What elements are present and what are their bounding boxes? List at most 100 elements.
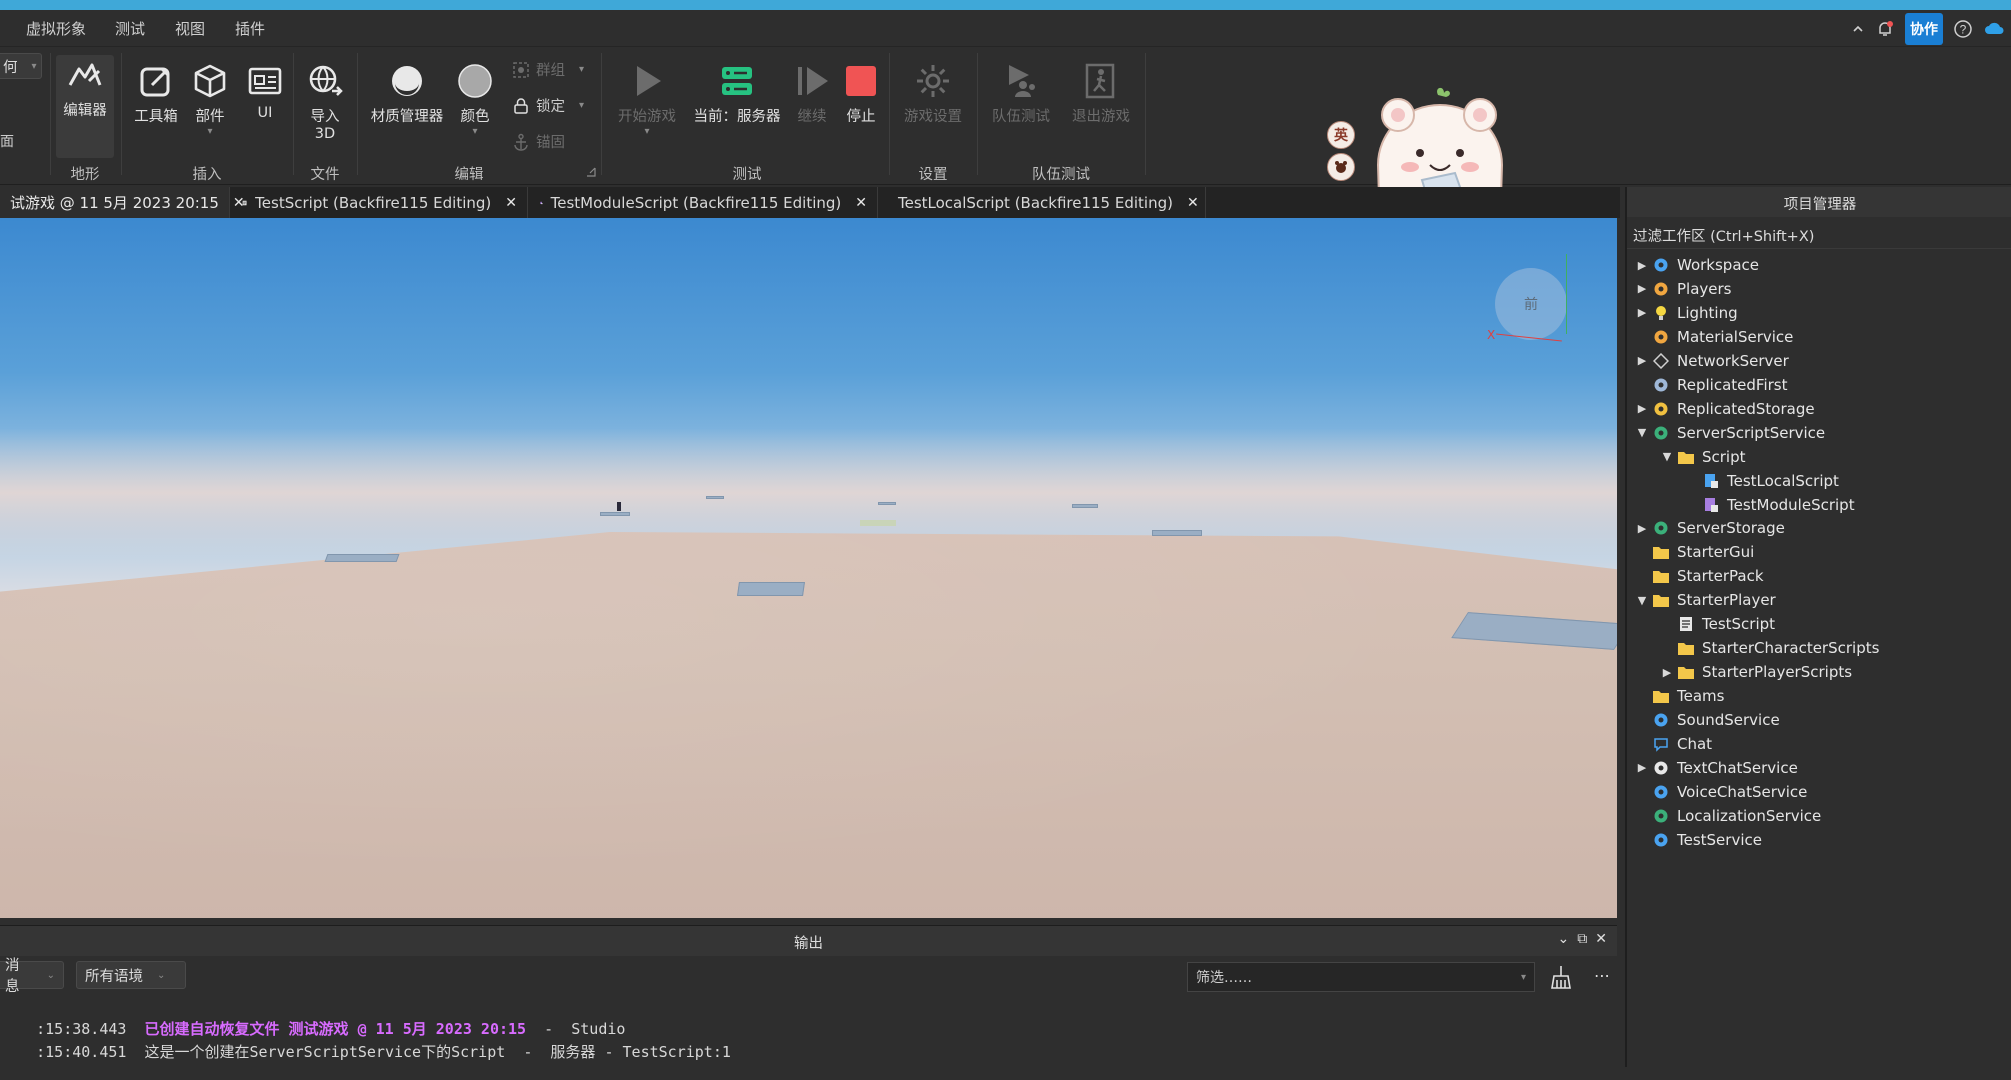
material-manager-button[interactable]: 材质管理器 bbox=[364, 61, 450, 126]
explorer-item[interactable]: ▼ Script bbox=[1658, 445, 1746, 469]
menu-plugins[interactable]: 插件 bbox=[235, 18, 265, 39]
explorer-item[interactable]: StarterCharacterScripts bbox=[1658, 636, 1879, 660]
3d-viewport[interactable]: 前 X bbox=[0, 218, 1617, 918]
explorer-item[interactable]: ▼ ServerScriptService bbox=[1633, 421, 1825, 445]
message-type-value: 消息 bbox=[5, 958, 20, 995]
expand-arrow-icon[interactable]: ▶ bbox=[1633, 354, 1651, 367]
explorer-item[interactable]: TestModuleScript bbox=[1683, 493, 1855, 517]
cloud-icon[interactable] bbox=[1983, 20, 2005, 38]
terrain-editor-label: 编辑器 bbox=[63, 103, 107, 119]
output-title: 输出 bbox=[794, 936, 823, 952]
undock-icon[interactable]: ⧉ bbox=[1577, 931, 1587, 947]
explorer-item[interactable]: ▶ ReplicatedStorage bbox=[1633, 397, 1815, 421]
expand-arrow-icon[interactable]: ▶ bbox=[1633, 282, 1651, 295]
explorer-item[interactable]: ▶ ServerStorage bbox=[1633, 516, 1785, 540]
context-dropdown[interactable]: 所有语境 ⌄ bbox=[76, 961, 186, 989]
menu-view[interactable]: 视图 bbox=[175, 18, 205, 39]
close-icon[interactable]: ✕ bbox=[1187, 195, 1199, 211]
collaborate-button[interactable]: 协作 bbox=[1905, 13, 1943, 45]
game-settings-button[interactable]: 游戏设置 bbox=[896, 61, 970, 126]
left-cut-dropdown[interactable]: 何 ▾ bbox=[0, 53, 42, 79]
color-label: 颜色 bbox=[460, 109, 490, 125]
explorer-item[interactable]: ▶ NetworkServer bbox=[1633, 349, 1789, 373]
explorer-item[interactable]: ▼ StarterPlayer bbox=[1633, 588, 1776, 612]
spawn-pad[interactable] bbox=[706, 496, 724, 499]
explorer-item-label: TestService bbox=[1677, 830, 1762, 849]
expand-arrow-icon[interactable]: ▶ bbox=[1633, 522, 1651, 535]
play-game-button[interactable]: 开始游戏 ▾ bbox=[610, 61, 684, 137]
expand-arrow-icon[interactable]: ▶ bbox=[1633, 259, 1651, 272]
group-button[interactable]: 群组 ▾ bbox=[512, 59, 584, 80]
explorer-item[interactable]: Teams bbox=[1633, 684, 1724, 708]
anchor-button[interactable]: 锚固 bbox=[512, 131, 565, 152]
expand-arrow-icon[interactable]: ▶ bbox=[1633, 306, 1651, 319]
explorer-item[interactable]: ▶ TextChatService bbox=[1633, 756, 1798, 780]
team-test-button[interactable]: 队伍测试 bbox=[984, 61, 1058, 126]
view-selector-cube[interactable]: 前 bbox=[1495, 268, 1567, 340]
collapse-icon[interactable]: ⌄ bbox=[1558, 931, 1570, 947]
spawn-pad[interactable] bbox=[878, 502, 896, 505]
chevron-up-icon[interactable] bbox=[1851, 22, 1865, 36]
collapse-arrow-icon[interactable]: ▼ bbox=[1658, 450, 1676, 463]
help-icon[interactable]: ? bbox=[1953, 19, 1973, 39]
caret-down-icon: ▾ bbox=[579, 64, 585, 75]
spawn-pad[interactable] bbox=[1152, 530, 1202, 536]
collapse-arrow-icon[interactable]: ▼ bbox=[1633, 426, 1651, 439]
color-button[interactable]: 颜色 ▾ bbox=[452, 61, 498, 137]
exit-game-button[interactable]: 退出游戏 bbox=[1064, 61, 1138, 126]
stop-button[interactable]: 停止 bbox=[838, 61, 884, 126]
explorer-item[interactable]: ▶ Lighting bbox=[1633, 301, 1738, 325]
spawn-location[interactable] bbox=[860, 520, 896, 526]
spawn-pad[interactable] bbox=[324, 554, 400, 562]
part-button[interactable]: 部件 ▾ bbox=[186, 61, 234, 137]
spawn-pad[interactable] bbox=[737, 582, 805, 596]
ime-language-indicator[interactable]: 英 bbox=[1327, 121, 1355, 149]
clear-output-broom-icon[interactable] bbox=[1549, 964, 1573, 990]
explorer-item[interactable]: StarterGui bbox=[1633, 540, 1754, 564]
explorer-filter-input[interactable]: 过滤工作区 (Ctrl+Shift+X) bbox=[1627, 219, 2011, 249]
expand-arrow-icon[interactable]: ▶ bbox=[1633, 402, 1651, 415]
tab-test-module-script[interactable]: TestModuleScript (Backfire115 Editing) ✕ bbox=[530, 187, 878, 218]
terrain-editor-button[interactable]: 编辑器 bbox=[56, 55, 114, 158]
explorer-item[interactable]: LocalizationService bbox=[1633, 804, 1821, 828]
spawn-pad[interactable] bbox=[600, 512, 630, 516]
close-icon[interactable]: ✕ bbox=[855, 195, 867, 211]
explorer-item[interactable]: Chat bbox=[1633, 732, 1712, 756]
explorer-item[interactable]: ReplicatedFirst bbox=[1633, 373, 1787, 397]
spawn-pad[interactable] bbox=[1072, 504, 1098, 508]
explorer-item[interactable]: ▶ Workspace bbox=[1633, 253, 1759, 277]
output-filter-input[interactable]: 筛选…… ▾ bbox=[1187, 962, 1535, 992]
explorer-item[interactable]: VoiceChatService bbox=[1633, 780, 1807, 804]
expand-arrow-icon[interactable]: ▶ bbox=[1633, 761, 1651, 774]
explorer-item[interactable]: SoundService bbox=[1633, 708, 1780, 732]
explorer-item[interactable]: StarterPack bbox=[1633, 564, 1764, 588]
notification-bell-icon[interactable] bbox=[1875, 19, 1895, 39]
menu-test[interactable]: 测试 bbox=[115, 18, 145, 39]
current-server-button[interactable]: 当前：服务器 bbox=[688, 61, 786, 126]
tab-test-script[interactable]: TestScript (Backfire115 Editing) ✕ bbox=[232, 187, 528, 218]
tab-game[interactable]: 试游戏 @ 11 5月 2023 20:15 ✕ bbox=[0, 187, 245, 218]
expand-corner-icon[interactable] bbox=[586, 167, 596, 177]
explorer-item[interactable]: TestService bbox=[1633, 828, 1762, 852]
player-character[interactable] bbox=[617, 502, 621, 511]
more-options-icon[interactable]: ⋯ bbox=[1594, 966, 1610, 985]
tab-test-local-script[interactable]: TestLocalScript (Backfire115 Editing) ✕ bbox=[880, 187, 1206, 218]
menu-avatar[interactable]: 虚拟形象 bbox=[26, 18, 86, 39]
close-icon[interactable]: ✕ bbox=[505, 195, 517, 211]
resume-button[interactable]: 继续 bbox=[790, 61, 834, 126]
ui-button[interactable]: UI bbox=[242, 61, 288, 121]
lock-button[interactable]: 锁定 ▾ bbox=[512, 95, 584, 116]
explorer-item[interactable]: TestScript bbox=[1658, 612, 1775, 636]
message-type-dropdown[interactable]: 消息 ⌄ bbox=[0, 958, 64, 995]
explorer-item[interactable]: ▶ Players bbox=[1633, 277, 1732, 301]
collapse-arrow-icon[interactable]: ▼ bbox=[1633, 594, 1651, 607]
log-line: :15:40.451 这是一个创建在ServerScriptService下的S… bbox=[0, 1023, 731, 1080]
explorer-item[interactable]: ▶ StarterPlayerScripts bbox=[1658, 660, 1852, 684]
explorer-item[interactable]: TestLocalScript bbox=[1683, 469, 1839, 493]
close-icon[interactable]: ✕ bbox=[1595, 931, 1607, 947]
expand-arrow-icon[interactable]: ▶ bbox=[1658, 666, 1676, 679]
ime-mascot-indicator[interactable] bbox=[1327, 153, 1355, 181]
toolbox-button[interactable]: 工具箱 bbox=[128, 61, 184, 126]
import-3d-button[interactable]: 导入 3D bbox=[300, 61, 350, 142]
explorer-item[interactable]: MaterialService bbox=[1633, 325, 1793, 349]
